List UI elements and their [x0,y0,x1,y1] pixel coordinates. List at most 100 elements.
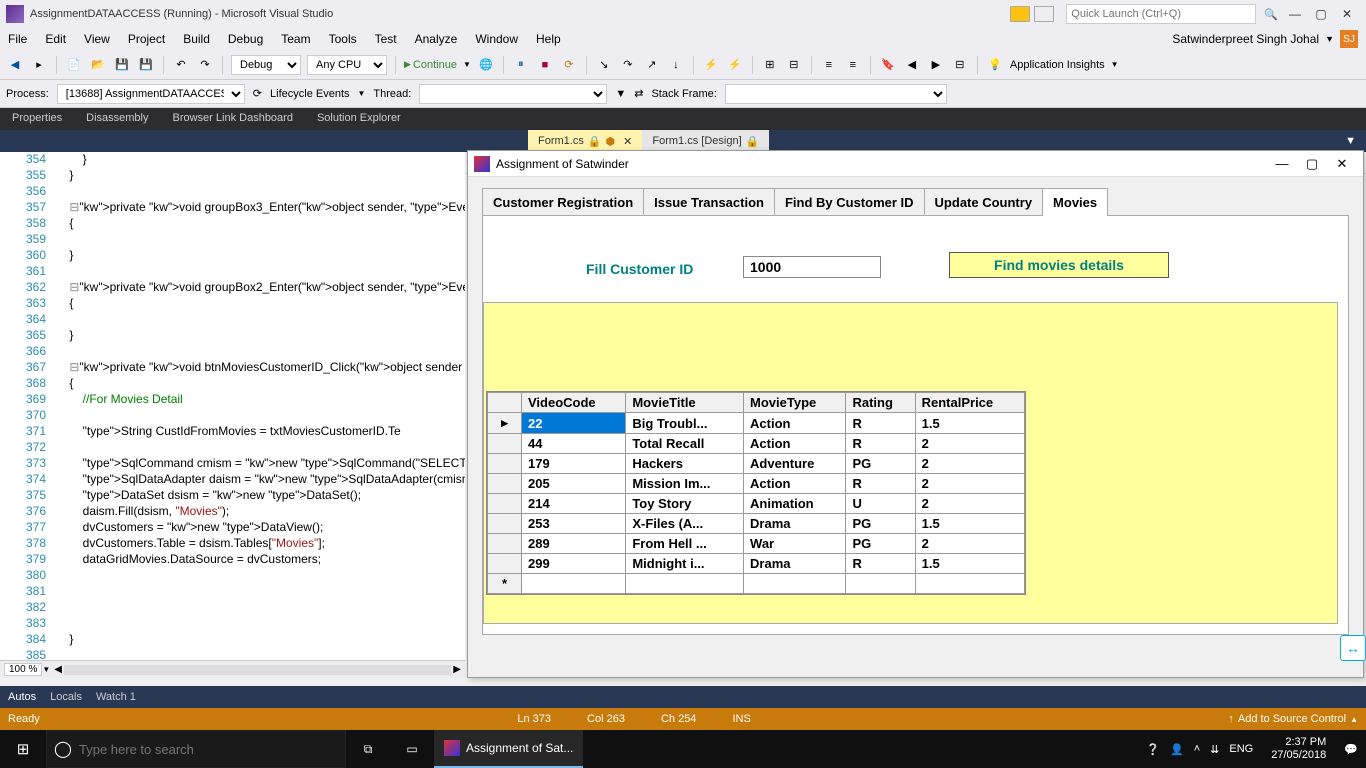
tray-notifications-icon[interactable]: 💬 [1344,743,1358,756]
process-combo[interactable]: [13688] AssignmentDATAACCESS. [57,84,245,104]
user-name[interactable]: Satwinderpreet Singh Johal [1172,32,1319,46]
start-button[interactable]: ⊞ [0,730,46,768]
back-icon[interactable]: ◀ [6,56,24,74]
panel-tab-solution-explorer[interactable]: Solution Explorer [305,108,413,130]
winform-tab-find-by-customer-id[interactable]: Find By Customer ID [774,188,925,216]
bottom-tab-locals[interactable]: Locals [50,691,82,703]
panel-tab-properties[interactable]: Properties [0,108,74,130]
find-movies-button[interactable]: Find movies details [949,252,1169,278]
restore-button[interactable]: ▢ [1308,7,1334,21]
panel-tab-browser-link-dashboard[interactable]: Browser Link Dashboard [161,108,305,130]
zoom-combo[interactable]: 100 % [4,663,42,676]
continue-button[interactable]: Continue [404,59,457,71]
menu-team[interactable]: Team [281,32,310,46]
tab-overflow-icon[interactable]: ▼ [1335,130,1366,152]
taskbar-search[interactable]: ◯ [46,730,346,768]
task-view-icon[interactable]: ⧉ [346,730,390,768]
uncomment-icon[interactable]: ≡ [844,56,862,74]
winform-tab-movies[interactable]: Movies [1042,188,1108,216]
system-tray[interactable]: ❔ 👤 ˄ ⇊ ENG 2:37 PM 27/05/2018 💬 [1138,736,1366,762]
step-over-icon[interactable]: ↷ [619,56,637,74]
insights-label[interactable]: Application Insights [1010,59,1105,71]
menu-test[interactable]: Test [375,32,397,46]
tray-chevron-icon[interactable]: ˄ [1194,743,1200,755]
menu-window[interactable]: Window [475,32,518,46]
taskbar-app-icon[interactable]: ▭ [390,730,434,768]
bottom-tab-autos[interactable]: Autos [8,691,36,703]
customer-id-input[interactable] [743,256,881,278]
tray-dropbox-icon[interactable]: ⇊ [1210,743,1219,756]
browser-icon[interactable]: 🌐 [477,56,495,74]
bookmark2-icon[interactable]: ◀ [903,56,921,74]
stop-icon[interactable]: ■ [536,56,554,74]
winform-close[interactable]: ✕ [1327,156,1357,172]
tab-form1-cs[interactable]: Form1.cs 🔒⬢✕ [528,130,642,152]
panel-tab-disassembly[interactable]: Disassembly [74,108,160,130]
movies-grid[interactable]: VideoCodeMovieTitleMovieTypeRatingRental… [486,391,1026,595]
open-icon[interactable]: 📂 [89,56,107,74]
user-badge[interactable]: SJ [1340,30,1358,48]
quick-launch-input[interactable] [1066,4,1256,24]
tray-people-icon[interactable]: 👤 [1170,743,1184,756]
winform-minimize[interactable]: — [1267,156,1297,171]
insights-bulb-icon[interactable]: 💡 [986,56,1004,74]
thread-combo[interactable] [419,84,607,104]
menu-view[interactable]: View [84,32,110,46]
source-control-button[interactable]: ↑ Add to Source Control ▲ [1228,713,1358,725]
toolbox-icon[interactable]: ⊞ [761,56,779,74]
winform-tab-customer-registration[interactable]: Customer Registration [482,188,644,216]
comment-icon[interactable]: ≡ [820,56,838,74]
save-all-icon[interactable]: 💾 [137,56,155,74]
pause-icon[interactable]: ⏸ [512,56,530,74]
toolbox2-icon[interactable]: ⊟ [785,56,803,74]
step-into-icon[interactable]: ↘ [595,56,613,74]
platform-combo[interactable]: Any CPU [307,55,387,75]
breakpoint-icon[interactable]: ⚡ [702,56,720,74]
winform-tab-issue-transaction[interactable]: Issue Transaction [643,188,775,216]
breakpoint-off-icon[interactable]: ⚡ [726,56,744,74]
title-bar: AssignmentDATAACCESS (Running) - Microso… [0,0,1366,28]
menu-debug[interactable]: Debug [228,32,263,46]
tray-help-icon[interactable]: ❔ [1146,743,1160,756]
menu-analyze[interactable]: Analyze [415,32,458,46]
notification-flag-icon[interactable] [1010,6,1030,22]
upload-icon: ↑ [1228,713,1234,725]
winform-titlebar[interactable]: Assignment of Satwinder — ▢ ✕ [468,151,1363,177]
menu-tools[interactable]: Tools [329,32,357,46]
undo-icon[interactable]: ↶ [172,56,190,74]
minimize-button[interactable]: — [1282,7,1308,21]
menu-file[interactable]: File [8,32,27,46]
lifecycle-label[interactable]: Lifecycle Events [270,88,349,100]
step-icon[interactable]: ↓ [667,56,685,74]
winform-maximize[interactable]: ▢ [1297,156,1327,172]
stack-combo[interactable] [725,84,947,104]
menu-help[interactable]: Help [536,32,561,46]
restart-icon[interactable]: ⟳ [560,56,578,74]
save-icon[interactable]: 💾 [113,56,131,74]
step-out-icon[interactable]: ↗ [643,56,661,74]
taskbar-running-app[interactable]: Assignment of Sat... [434,730,583,768]
close-button[interactable]: ✕ [1334,7,1360,21]
lifecycle-icon[interactable]: ⟳ [253,87,262,100]
code-editor[interactable]: 354 }355 }356 357 ⊟"kw">private "kw">voi… [0,152,465,678]
feedback-icon[interactable] [1034,6,1054,22]
menu-edit[interactable]: Edit [45,32,66,46]
taskbar-search-input[interactable] [79,742,345,757]
teamviewer-icon[interactable]: ↔ [1340,635,1366,661]
bookmark-icon[interactable]: 🔖 [879,56,897,74]
bookmark3-icon[interactable]: ▶ [927,56,945,74]
bottom-tab-watch-1[interactable]: Watch 1 [96,691,136,703]
tray-clock[interactable]: 2:37 PM 27/05/2018 [1263,736,1334,762]
menu-build[interactable]: Build [183,32,210,46]
menu-project[interactable]: Project [128,32,165,46]
cortana-icon[interactable]: ◯ [47,739,79,759]
config-combo[interactable]: Debug [231,55,301,75]
tray-lang[interactable]: ENG [1229,743,1253,755]
winform-tab-update-country[interactable]: Update Country [924,188,1044,216]
new-project-icon[interactable]: 📄 [65,56,83,74]
forward-icon[interactable]: ▸ [30,56,48,74]
bookmark4-icon[interactable]: ⊟ [951,56,969,74]
redo-icon[interactable]: ↷ [196,56,214,74]
close-tab-icon[interactable]: ✕ [623,135,632,148]
tab-form1-design[interactable]: Form1.cs [Design] 🔒 [642,130,769,152]
